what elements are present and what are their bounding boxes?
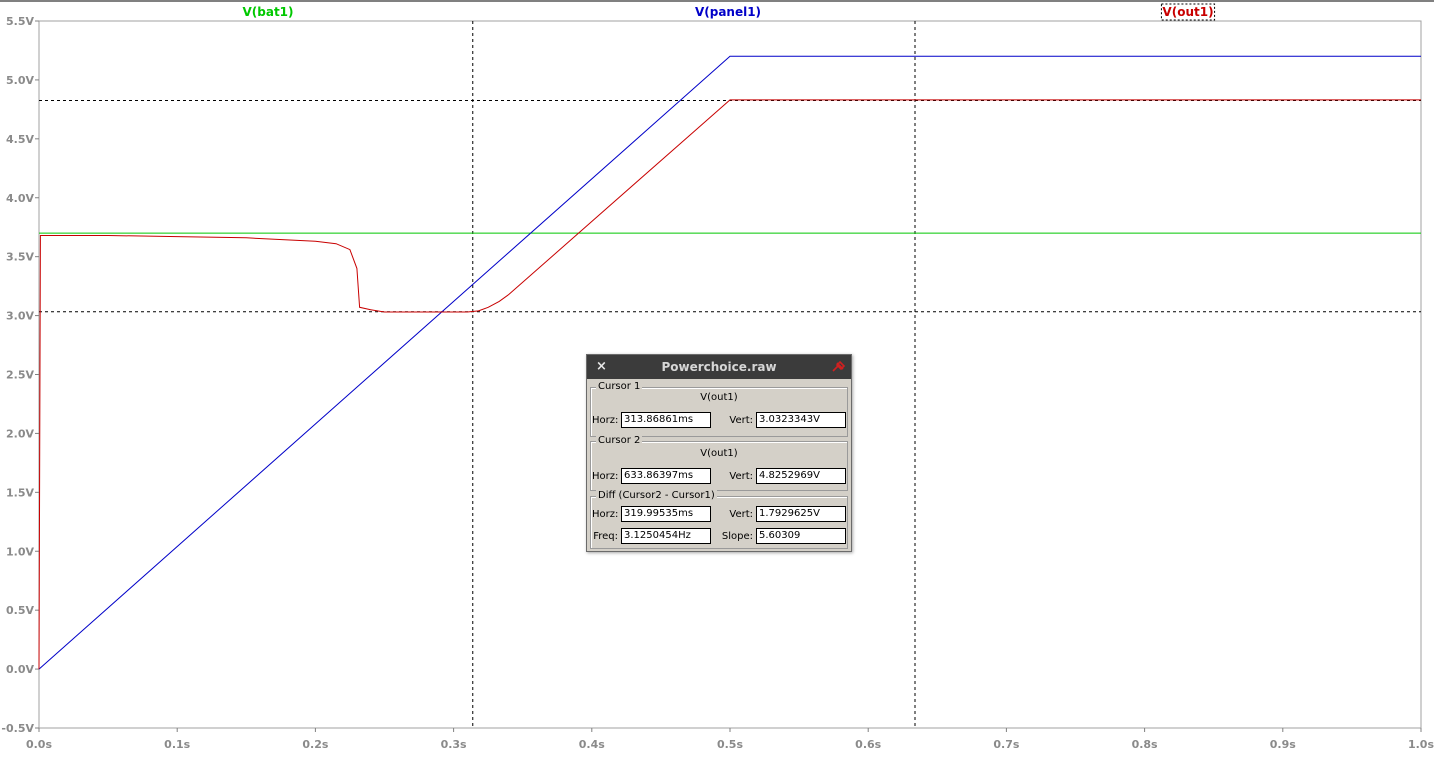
y-tick-label: 0.0V xyxy=(6,663,34,676)
cursor1-vert-label: Vert: xyxy=(729,415,753,426)
cursor-readout-window[interactable]: × Powerchoice.raw Cursor 1 V(out1) Horz:… xyxy=(586,354,852,552)
x-tick-label: 0.7s xyxy=(993,738,1019,751)
diff-horz-field[interactable]: 319.99535ms xyxy=(621,506,711,522)
cursor1-vert-field[interactable]: 3.0323343V xyxy=(756,412,846,428)
diff-vert-label: Vert: xyxy=(729,509,753,520)
y-tick-label: 1.5V xyxy=(6,486,34,499)
close-icon[interactable]: × xyxy=(596,355,607,379)
trace-legend-label[interactable]: V(panel1) xyxy=(695,5,761,19)
diff-freq-label: Freq: xyxy=(593,531,618,542)
y-tick-label: 2.0V xyxy=(6,427,34,440)
diff-legend: Diff (Cursor2 - Cursor1) xyxy=(596,490,717,502)
cursor2-vert-field[interactable]: 4.8252969V xyxy=(756,468,846,484)
x-tick-label: 0.9s xyxy=(1270,738,1296,751)
cursor-window-title: Powerchoice.raw xyxy=(661,360,777,374)
x-tick-label: 0.8s xyxy=(1132,738,1158,751)
trace-legend[interactable]: V(bat1) V(panel1) V(out1) xyxy=(242,3,1216,21)
cursor2-horz-field[interactable]: 633.86397ms xyxy=(621,468,711,484)
diff-group: Diff (Cursor2 - Cursor1) Horz: 319.99535… xyxy=(590,490,848,549)
trace-legend-label[interactable]: V(out1) xyxy=(1162,5,1213,19)
diff-slope-field[interactable]: 5.60309 xyxy=(756,528,846,544)
y-tick-label: 0.5V xyxy=(6,604,34,617)
cursor2-horz-label: Horz: xyxy=(592,471,619,482)
diff-freq-field[interactable]: 3.1250454Hz xyxy=(621,528,711,544)
y-tick-label: 5.0V xyxy=(6,74,34,87)
y-tick-label: -0.5V xyxy=(1,722,34,735)
x-tick-label: 1.0s xyxy=(1408,738,1434,751)
x-tick-label: 0.0s xyxy=(26,738,52,751)
diff-slope-label: Slope: xyxy=(721,531,753,542)
y-tick-label: 4.0V xyxy=(6,192,34,205)
cursor1-trace-name: V(out1) xyxy=(700,392,738,403)
y-tick-label: 2.5V xyxy=(6,369,34,382)
x-tick-label: 0.6s xyxy=(855,738,881,751)
cursor1-horz-label: Horz: xyxy=(592,415,619,426)
x-tick-label: 0.4s xyxy=(579,738,605,751)
y-tick-label: 5.5V xyxy=(6,15,34,28)
trace-legend-label[interactable]: V(bat1) xyxy=(242,5,293,19)
y-tick-label: 3.0V xyxy=(6,310,34,323)
diff-vert-field[interactable]: 1.7929625V xyxy=(756,506,846,522)
diff-horz-label: Horz: xyxy=(592,509,619,520)
cursor1-horz-field[interactable]: 313.86861ms xyxy=(621,412,711,428)
cursor2-vert-label: Vert: xyxy=(729,471,753,482)
x-tick-label: 0.1s xyxy=(164,738,190,751)
y-tick-label: 1.0V xyxy=(6,545,34,558)
x-tick-label: 0.5s xyxy=(717,738,743,751)
cursor1-group: Cursor 1 V(out1) Horz: 313.86861ms Vert:… xyxy=(590,381,848,437)
pin-icon[interactable] xyxy=(831,361,845,373)
cursor2-trace-name: V(out1) xyxy=(700,448,738,459)
y-tick-label: 4.5V xyxy=(6,133,34,146)
x-tick-label: 0.3s xyxy=(441,738,467,751)
cursor2-group: Cursor 2 V(out1) Horz: 633.86397ms Vert:… xyxy=(590,435,848,491)
cursor2-legend: Cursor 2 xyxy=(596,435,643,447)
y-tick-label: 3.5V xyxy=(6,251,34,264)
x-tick-label: 0.2s xyxy=(302,738,328,751)
cursor-window-titlebar[interactable]: × Powerchoice.raw xyxy=(587,355,851,379)
